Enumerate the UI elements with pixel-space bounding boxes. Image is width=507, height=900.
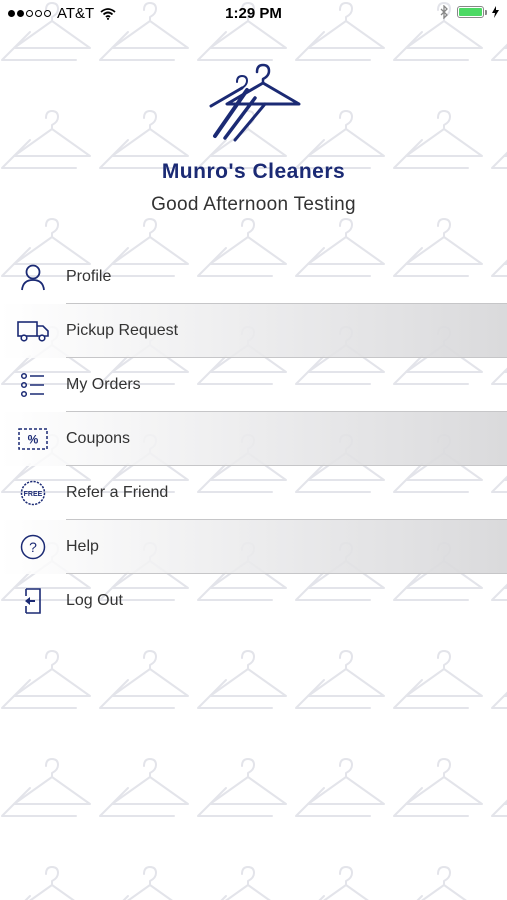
- menu-item-my-orders[interactable]: My Orders: [0, 358, 507, 412]
- help-icon: ?: [16, 532, 50, 562]
- menu-item-label: Coupons: [66, 430, 131, 447]
- menu-item-label: Pickup Request: [66, 322, 179, 339]
- list-icon: [16, 370, 50, 400]
- menu-item-log-out[interactable]: Log Out: [0, 574, 507, 628]
- menu-item-label: Profile: [66, 268, 112, 285]
- menu-item-label: Refer a Friend: [66, 484, 169, 501]
- svg-text:%: %: [28, 433, 39, 447]
- status-right: [440, 5, 499, 19]
- coupon-icon: %: [16, 424, 50, 454]
- menu-item-coupons[interactable]: % Coupons: [0, 412, 507, 466]
- greeting-text: Good Afternoon Testing: [151, 194, 356, 215]
- menu-item-help[interactable]: ? Help: [0, 520, 507, 574]
- bluetooth-icon: [440, 5, 448, 19]
- menu-item-label: Help: [66, 538, 99, 555]
- menu-item-pickup-request[interactable]: Pickup Request: [0, 304, 507, 358]
- truck-icon: [16, 316, 50, 346]
- free-badge-icon: FREE: [16, 478, 50, 508]
- app-header: Munro's Cleaners Good Afternoon Testing: [0, 58, 507, 216]
- menu-item-label: Log Out: [66, 592, 123, 609]
- menu-item-refer-a-friend[interactable]: FREE Refer a Friend: [0, 466, 507, 520]
- status-time: 1:29 PM: [225, 5, 282, 22]
- battery-icon: [457, 6, 487, 18]
- free-badge-text: FREE: [24, 491, 43, 498]
- status-bar: AT&T 1:29 PM: [0, 0, 507, 28]
- hanger-logo-icon: [209, 63, 300, 142]
- menu-item-profile[interactable]: Profile: [0, 250, 507, 304]
- logout-icon: [16, 586, 50, 616]
- side-menu: Profile Pickup Request My Orders % Coupo…: [0, 250, 507, 628]
- menu-item-label: My Orders: [66, 376, 141, 393]
- person-icon: [16, 262, 50, 292]
- charging-bolt-icon: [492, 6, 499, 18]
- brand-name: Munro's Cleaners: [161, 160, 346, 183]
- svg-text:?: ?: [29, 539, 37, 555]
